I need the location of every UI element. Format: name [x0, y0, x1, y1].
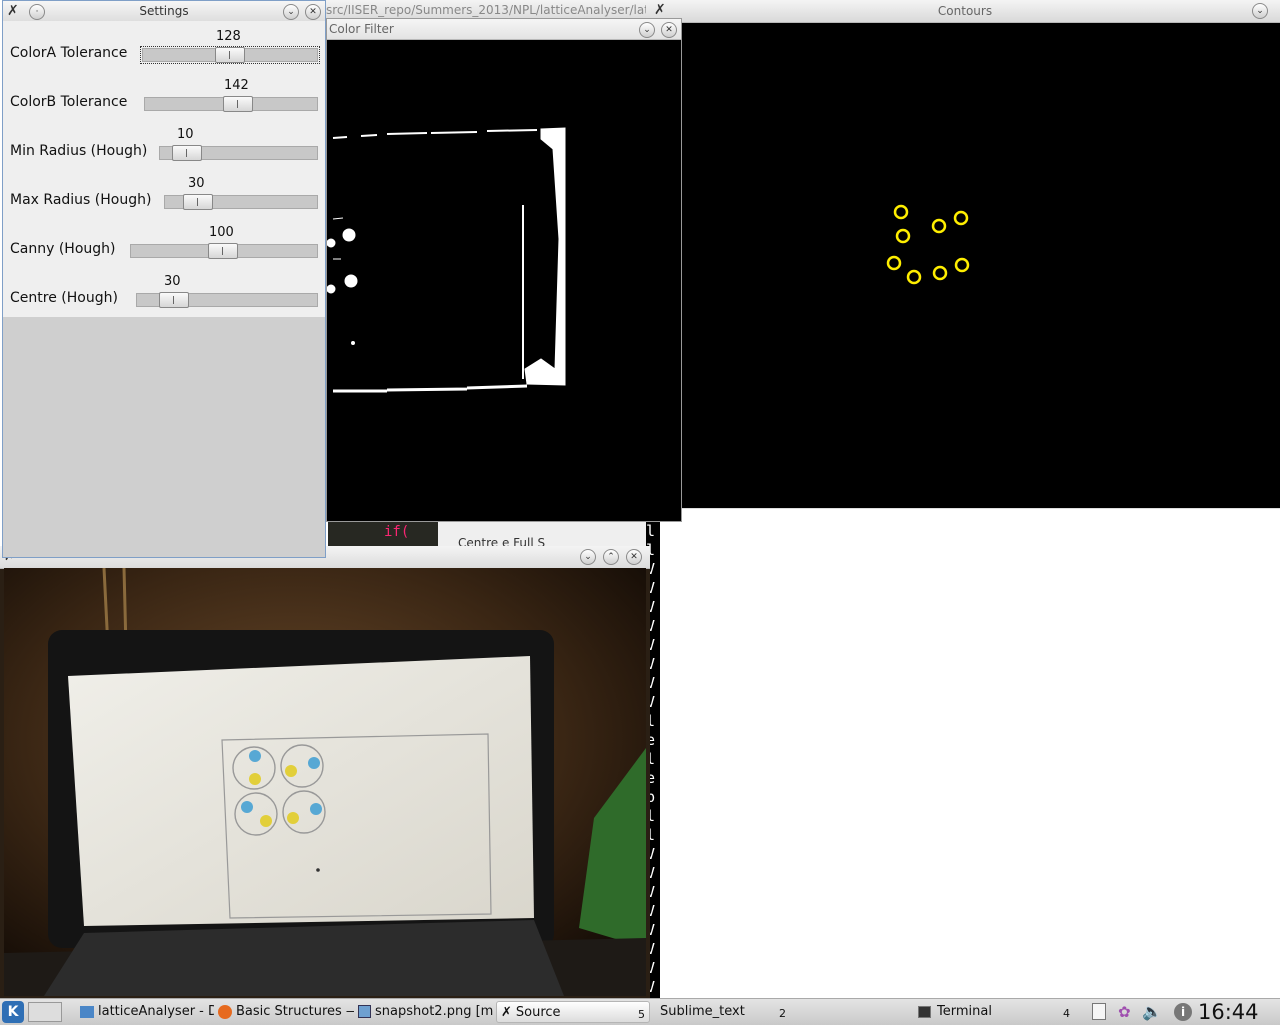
slider-handle[interactable] [183, 194, 213, 210]
contours-canvas [886, 204, 970, 285]
setting-value: 142 [224, 78, 249, 93]
task-sublime[interactable]: Sublime_text 2 [652, 1001, 792, 1023]
contours-title: Contours [937, 4, 993, 18]
canny-slider[interactable] [130, 243, 318, 259]
setting-label: Max Radius (Hough) [10, 192, 152, 208]
contour-circle [895, 228, 911, 244]
minimize-icon[interactable]: ⌄ [639, 22, 655, 38]
slider-handle[interactable] [172, 145, 202, 161]
color-filter-window: Color Filter ⌄ ✕ [326, 18, 682, 522]
contour-circle [906, 269, 922, 285]
min-radius-slider[interactable] [159, 145, 318, 161]
code-keyword: if( [384, 524, 410, 540]
setting-label: Canny (Hough) [10, 241, 116, 257]
setting-value: 10 [177, 127, 194, 142]
setting-row-max-radius: Max Radius (Hough) 30 [3, 174, 325, 223]
contour-circle [931, 218, 947, 234]
camera-feed [4, 568, 646, 996]
color-filter-canvas [327, 127, 566, 393]
contour-circle [953, 210, 969, 226]
task-label: Basic Structures — [236, 1004, 354, 1019]
contours-titlebar[interactable]: ✗ Contours ⌄ [650, 0, 1280, 23]
slider-handle[interactable] [159, 292, 189, 308]
setting-label: ColorA Tolerance [10, 45, 128, 61]
task-label: snapshot2.png [mo [375, 1004, 494, 1019]
task-firefox[interactable]: Basic Structures — [216, 1001, 354, 1023]
setting-value: 30 [164, 274, 181, 289]
taskbar: K latticeAnalyser - Dol Basic Structures… [0, 998, 1280, 1025]
setting-label: ColorB Tolerance [10, 94, 128, 110]
setting-row-centre: Centre (Hough) 30 [3, 272, 325, 321]
close-icon[interactable]: ✕ [305, 4, 321, 20]
slider-handle[interactable] [208, 243, 238, 259]
settings-panel: ColorA Tolerance 128 ColorB Tolerance 14… [3, 21, 325, 317]
centre-slider[interactable] [136, 292, 318, 308]
contour-circle [886, 255, 902, 271]
setting-row-canny: Canny (Hough) 100 [3, 223, 325, 272]
clock[interactable]: 16:44 [1198, 999, 1259, 1025]
setting-label: Min Radius (Hough) [10, 143, 148, 159]
info-icon[interactable]: i [1174, 1003, 1192, 1021]
task-label: Source [515, 1005, 561, 1020]
close-icon[interactable]: ✕ [661, 22, 677, 38]
maximize-icon[interactable]: ⌃ [603, 549, 619, 565]
background-window-title: src/IISER_repo/Summers_2013/NPL/latticeA… [326, 3, 646, 17]
color-filter-title: Color Filter [329, 22, 394, 36]
desktop-pager-icon[interactable] [28, 1002, 62, 1022]
activities-icon[interactable]: ✿ [1118, 1003, 1131, 1021]
contours-window: ✗ Contours ⌄ [650, 0, 1280, 508]
minimize-icon[interactable]: ⌄ [580, 549, 596, 565]
terminal-line: l [646, 522, 656, 540]
opencv-icon: ✗ [501, 1005, 512, 1020]
task-source[interactable]: ✗ Source 5 [496, 1001, 650, 1023]
settings-titlebar[interactable]: ✗ · Settings ⌄ ✕ [3, 1, 325, 22]
task-count-badge: 5 [638, 1008, 645, 1021]
setting-value: 100 [209, 225, 234, 240]
task-label: latticeAnalyser - Dol [98, 1004, 214, 1019]
color-filter-titlebar[interactable]: Color Filter ⌄ ✕ [327, 19, 681, 40]
blank-window-area [660, 508, 1280, 999]
setting-value: 128 [216, 29, 241, 44]
source-window-partial-text: Centre e Full S [458, 536, 546, 546]
contour-circle [893, 204, 909, 220]
close-icon[interactable]: ✕ [626, 549, 642, 565]
dolphin-icon [80, 1005, 94, 1018]
setting-label: Centre (Hough) [10, 290, 118, 306]
task-dolphin[interactable]: latticeAnalyser - Dol [76, 1001, 214, 1023]
setting-row-colorb: ColorB Tolerance 142 [3, 76, 325, 125]
task-count-badge: 2 [779, 1007, 786, 1020]
contour-circle [954, 257, 970, 273]
task-label: Sublime_text [660, 1004, 745, 1019]
max-radius-slider[interactable] [164, 194, 318, 210]
slider-handle[interactable] [223, 96, 253, 112]
camera-window: ✗ ⌄ ⌃ ✕ [0, 546, 650, 998]
task-terminal[interactable]: Terminal 4 [912, 1001, 1076, 1023]
task-count-badge: 4 [1063, 1007, 1070, 1020]
setting-value: 30 [188, 176, 205, 191]
image-viewer-icon [358, 1005, 371, 1018]
contour-circle [932, 265, 948, 281]
contour-circles [886, 204, 970, 285]
colora-tolerance-slider[interactable] [140, 46, 320, 64]
setting-row-colora: ColorA Tolerance 128 [3, 27, 325, 76]
minimize-icon[interactable]: ⌄ [283, 4, 299, 20]
clipboard-icon[interactable] [1092, 1003, 1106, 1020]
colorb-tolerance-slider[interactable] [144, 96, 318, 112]
firefox-icon [218, 1004, 232, 1019]
editor-snippet: if( [328, 522, 438, 546]
kde-menu-icon[interactable]: K [2, 1001, 24, 1023]
settings-window: ✗ · Settings ⌄ ✕ ColorA Tolerance 128 Co… [2, 0, 326, 558]
settings-title: Settings [139, 4, 189, 18]
terminal-icon [918, 1005, 931, 1018]
setting-row-min-radius: Min Radius (Hough) 10 [3, 125, 325, 174]
minimize-icon[interactable]: ⌄ [1252, 3, 1268, 19]
source-window-strip: Centre e Full S [438, 522, 646, 546]
task-label: Terminal [937, 1004, 992, 1019]
slider-handle[interactable] [215, 47, 245, 63]
task-image-viewer[interactable]: snapshot2.png [mo [356, 1001, 494, 1023]
volume-icon[interactable]: 🔈 [1142, 1002, 1162, 1021]
